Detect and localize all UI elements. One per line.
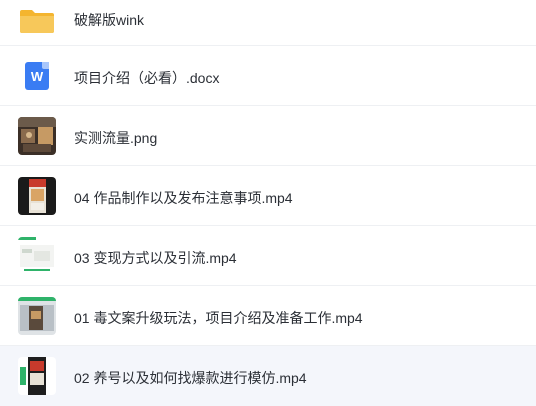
file-row-docx[interactable]: W 项目介绍（必看）.docx <box>0 46 536 106</box>
file-row-mp4[interactable]: 04 作品制作以及发布注意事项.mp4 <box>0 166 536 226</box>
file-row-mp4-selected[interactable]: 02 养号以及如何找爆款进行模仿.mp4 <box>0 346 536 406</box>
video-thumbnail <box>18 357 56 395</box>
file-name: 破解版wink <box>74 12 145 28</box>
file-name: 01 毒文案升级玩法，项目介绍及准备工作.mp4 <box>74 310 363 326</box>
video-thumbnail <box>18 177 56 215</box>
file-name: 02 养号以及如何找爆款进行模仿.mp4 <box>74 370 307 386</box>
word-doc-icon: W <box>25 62 49 90</box>
file-name: 04 作品制作以及发布注意事项.mp4 <box>74 190 293 206</box>
file-row-mp4[interactable]: 01 毒文案升级玩法，项目介绍及准备工作.mp4 <box>0 286 536 346</box>
folder-icon <box>20 10 54 33</box>
file-list: 破解版wink W 项目介绍（必看）.docx 实测流量.png 04 作品制作… <box>0 0 536 406</box>
video-thumbnail <box>18 237 56 275</box>
file-name: 实测流量.png <box>74 130 158 146</box>
file-row-folder[interactable]: 破解版wink <box>0 0 536 46</box>
video-thumbnail <box>18 297 56 335</box>
file-name: 03 变现方式以及引流.mp4 <box>74 250 237 266</box>
file-name: 项目介绍（必看）.docx <box>74 70 220 86</box>
word-icon-letter: W <box>30 68 44 84</box>
file-row-png[interactable]: 实测流量.png <box>0 106 536 166</box>
file-row-mp4[interactable]: 03 变现方式以及引流.mp4 <box>0 226 536 286</box>
image-thumbnail <box>18 117 56 155</box>
